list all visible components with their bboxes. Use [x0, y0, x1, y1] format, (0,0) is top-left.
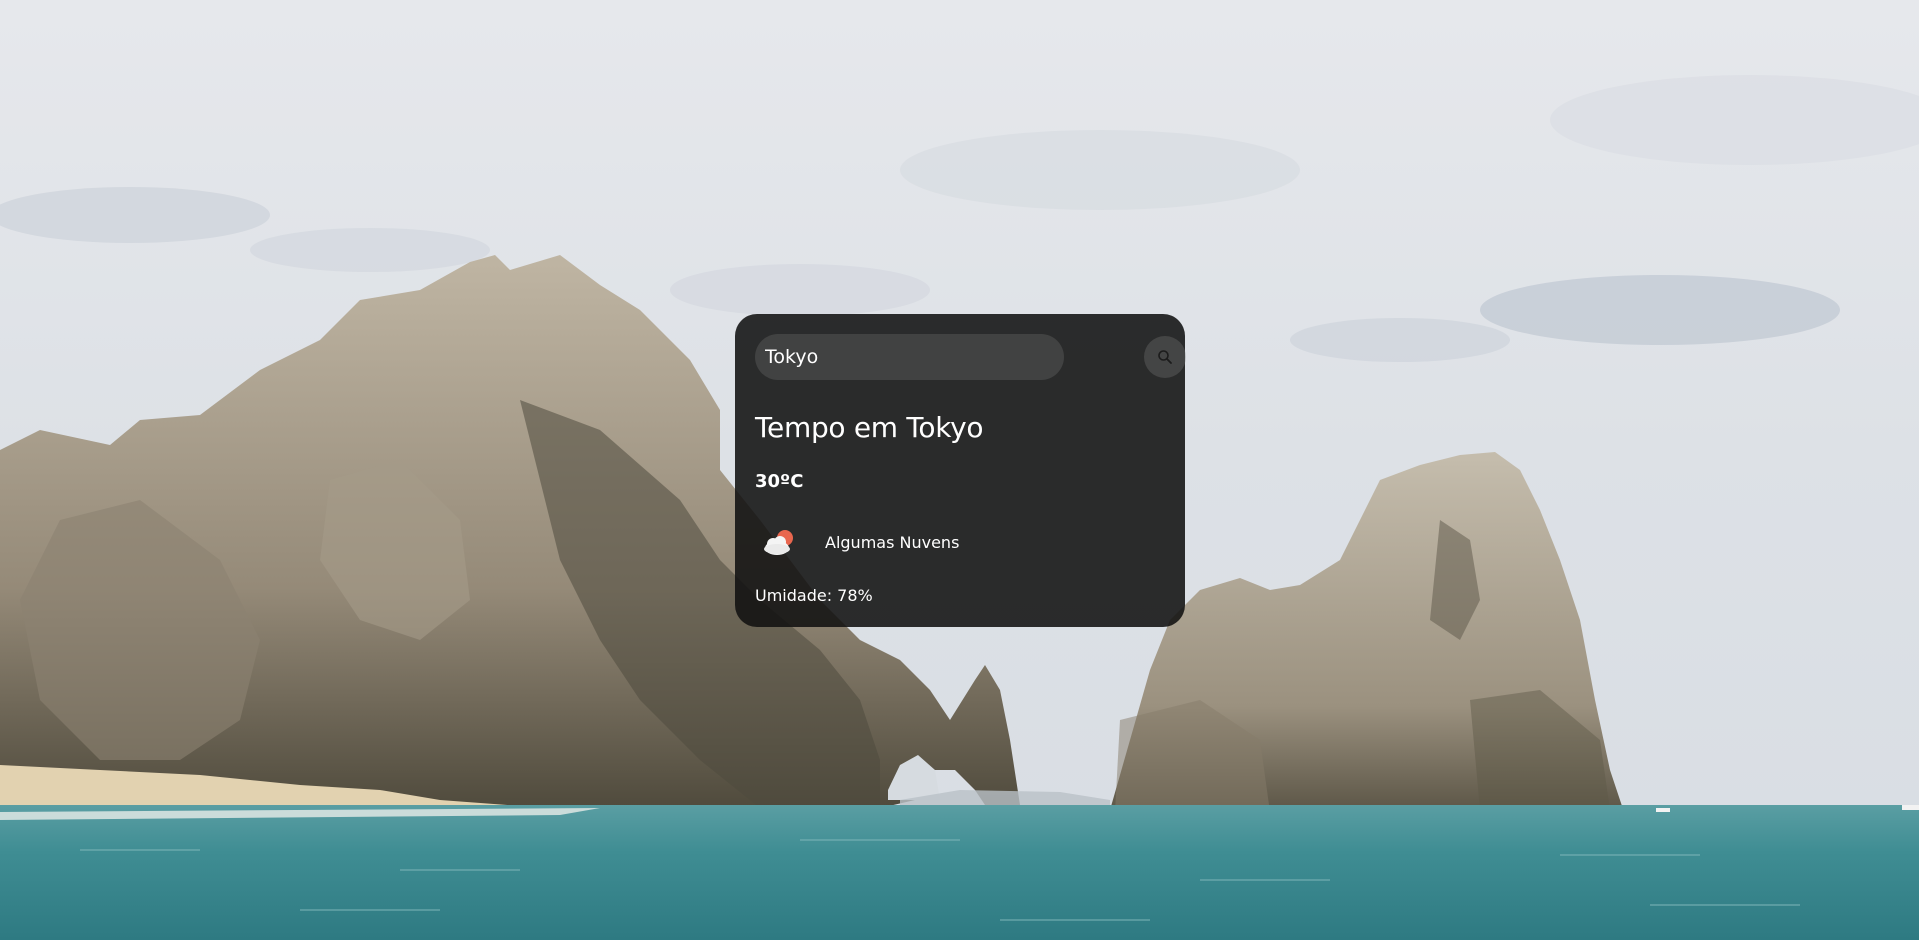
weather-description: Algumas Nuvens — [825, 532, 960, 552]
temperature: 30ºC — [755, 471, 804, 492]
city-search-input[interactable] — [755, 334, 1064, 380]
partly-cloudy-icon — [764, 530, 793, 555]
weather-city-title: Tempo em Tokyo — [755, 411, 984, 444]
weather-card: Tempo em Tokyo 30ºC Algumas Nuvens Umida… — [735, 314, 1186, 627]
search-bar — [755, 334, 1186, 380]
weather-condition: Algumas Nuvens — [755, 519, 959, 565]
search-icon — [1158, 350, 1172, 364]
humidity: Umidade: 78% — [755, 586, 873, 605]
search-button[interactable] — [1144, 336, 1186, 378]
